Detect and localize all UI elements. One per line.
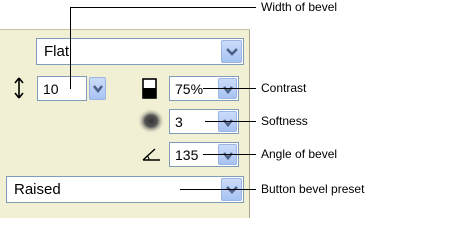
- bevel-width-input[interactable]: 10: [37, 76, 87, 101]
- chevron-down-icon: [226, 186, 238, 194]
- chevron-down-icon: [222, 86, 234, 95]
- callout-line-softness: [205, 121, 256, 122]
- callout-line-angle: [203, 154, 256, 155]
- chevron-down-icon: [92, 85, 104, 94]
- chevron-down-icon: [226, 48, 238, 56]
- callout-line-contrast: [203, 88, 256, 89]
- bevel-style-dropdown[interactable]: Flat: [36, 38, 244, 65]
- callout-button-bevel-preset: Button bevel preset: [261, 182, 365, 196]
- contrast-icon: [142, 78, 157, 99]
- bevel-style-dropdown-button[interactable]: [221, 40, 242, 63]
- bevel-style-value: Flat: [44, 43, 70, 60]
- callout-width-of-bevel: Width of bevel: [261, 0, 338, 14]
- bevel-preset-value: Raised: [14, 181, 61, 198]
- callout-contrast: Contrast: [261, 81, 307, 95]
- angle-icon: [142, 148, 160, 161]
- callout-line-preset: [180, 189, 256, 190]
- softness-value: 3: [175, 114, 183, 130]
- callout-angle-of-bevel: Angle of bevel: [261, 147, 338, 161]
- softness-blur-icon: [137, 108, 165, 134]
- bevel-width-dropdown-button[interactable]: [89, 77, 106, 100]
- callout-softness: Softness: [261, 114, 308, 128]
- contrast-value: 75%: [175, 81, 204, 97]
- callout-line-width-horizontal: [70, 7, 256, 8]
- bevel-width-value: 10: [43, 81, 59, 97]
- angle-value: 135: [175, 147, 199, 163]
- chevron-down-icon: [222, 119, 234, 128]
- up-down-arrow-icon: [14, 77, 24, 99]
- callout-line-width: [70, 7, 71, 89]
- chevron-down-icon: [222, 152, 234, 161]
